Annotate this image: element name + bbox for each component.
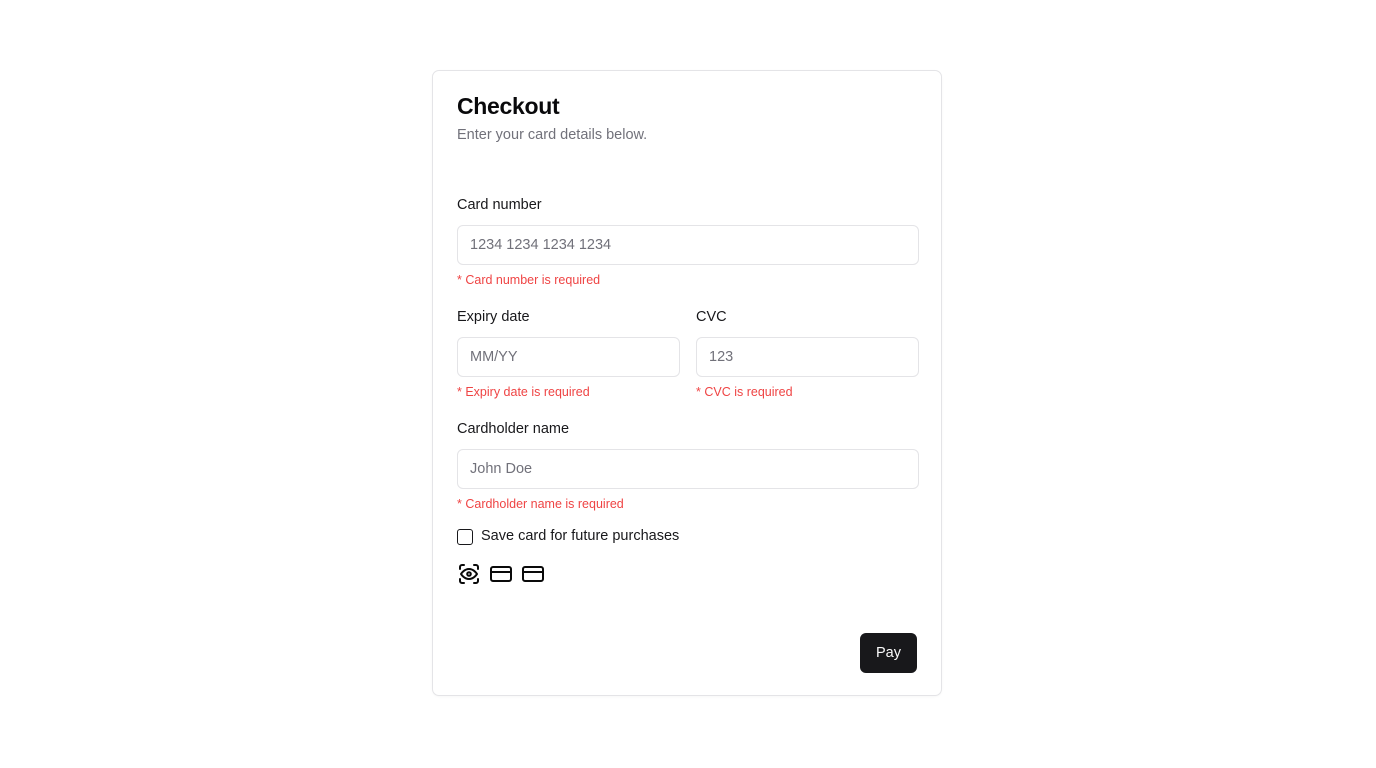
expiry-date-error: * Expiry date is required (457, 385, 590, 399)
save-card-label[interactable]: Save card for future purchases (481, 528, 679, 544)
card-number-label: Card number (457, 197, 542, 213)
save-card-checkbox[interactable] (457, 529, 473, 545)
page-title: Checkout (457, 93, 560, 119)
credit-card-icon (489, 562, 513, 586)
credit-card-icon (521, 562, 545, 586)
expiry-date-input[interactable] (457, 337, 680, 377)
page-subtitle: Enter your card details below. (457, 127, 648, 143)
checkout-card: Checkout Enter your card details below. … (432, 70, 942, 696)
cvc-error: * CVC is required (696, 385, 793, 399)
card-number-error: * Card number is required (457, 273, 601, 287)
cardholder-name-error: * Cardholder name is required (457, 497, 624, 511)
cardholder-name-input[interactable] (457, 449, 919, 489)
cvc-input[interactable] (696, 337, 919, 377)
cardholder-name-label: Cardholder name (457, 421, 570, 437)
payment-icons (457, 562, 545, 586)
cvc-label: CVC (696, 309, 727, 325)
expiry-date-label: Expiry date (457, 309, 530, 325)
eye-icon (457, 562, 481, 586)
card-number-input[interactable] (457, 225, 919, 265)
pay-button[interactable]: Pay (860, 633, 917, 673)
